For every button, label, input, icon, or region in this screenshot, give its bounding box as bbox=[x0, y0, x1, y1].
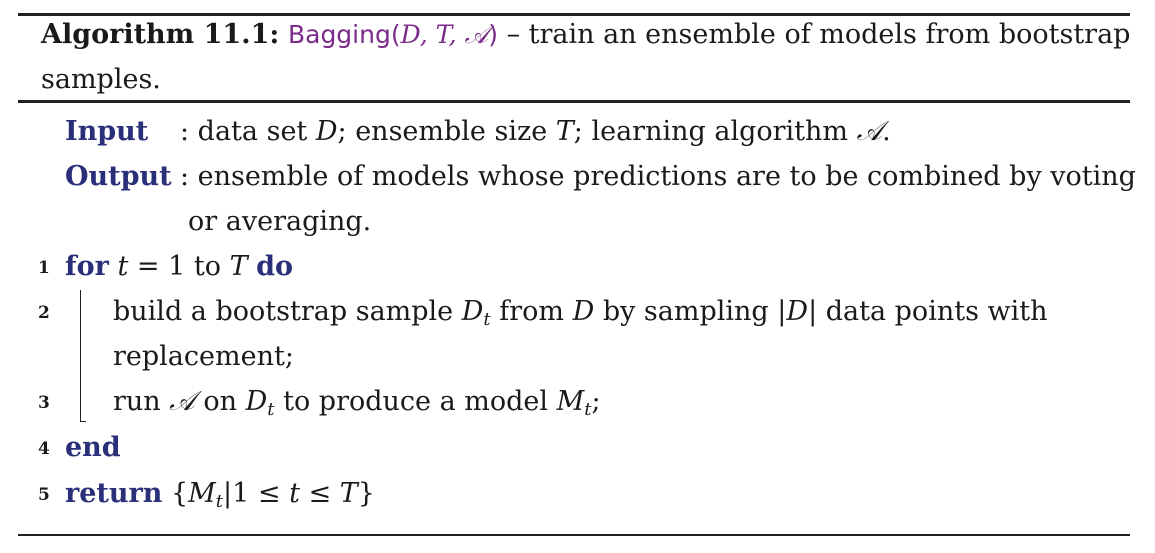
input-text: : data set D; ensemble size T; learning … bbox=[180, 116, 891, 147]
output-text-line-1: : ensemble of models whose predictions a… bbox=[180, 161, 1136, 192]
bottom-rule bbox=[18, 534, 1130, 536]
algorithm-caption-line-1: Algorithm 11.1: Bagging(D, T, 𝒜) – train… bbox=[41, 18, 1130, 52]
line-number-2: 2 bbox=[38, 303, 50, 323]
end-line: end bbox=[65, 432, 121, 463]
loop-body-tick bbox=[80, 421, 86, 422]
bootstrap-line-cont: replacement; bbox=[113, 341, 294, 372]
loop-body-bar bbox=[80, 290, 81, 422]
bootstrap-line: build a bootstrap sample Dt from D by sa… bbox=[113, 296, 1048, 330]
return-line: return {Mt|1 ≤ t ≤ T} bbox=[65, 478, 375, 512]
algorithm-label: Algorithm 11.1: bbox=[41, 19, 280, 50]
algorithm-box: Algorithm 11.1: Bagging(D, T, 𝒜) – train… bbox=[18, 0, 1136, 553]
output-label: Output bbox=[65, 161, 172, 192]
run-line: run 𝒜 on Dt to produce a model Mt; bbox=[113, 386, 601, 420]
algorithm-name: Bagging(D, T, 𝒜) bbox=[287, 20, 498, 49]
line-number-1: 1 bbox=[38, 258, 50, 278]
output-text-line-2: or averaging. bbox=[188, 206, 372, 237]
algorithm-args: D, T, 𝒜 bbox=[400, 20, 489, 49]
line-number-3: 3 bbox=[38, 393, 50, 413]
for-loop-line: for t = 1 to T do bbox=[65, 251, 294, 282]
algorithm-caption-line-2: samples. bbox=[41, 64, 161, 95]
input-label: Input bbox=[65, 116, 149, 147]
line-number-4: 4 bbox=[38, 439, 50, 459]
line-number-5: 5 bbox=[38, 485, 50, 505]
mid-rule bbox=[18, 100, 1130, 103]
top-rule bbox=[18, 13, 1130, 16]
algorithm-description: – train an ensemble of models from boots… bbox=[506, 19, 1131, 50]
